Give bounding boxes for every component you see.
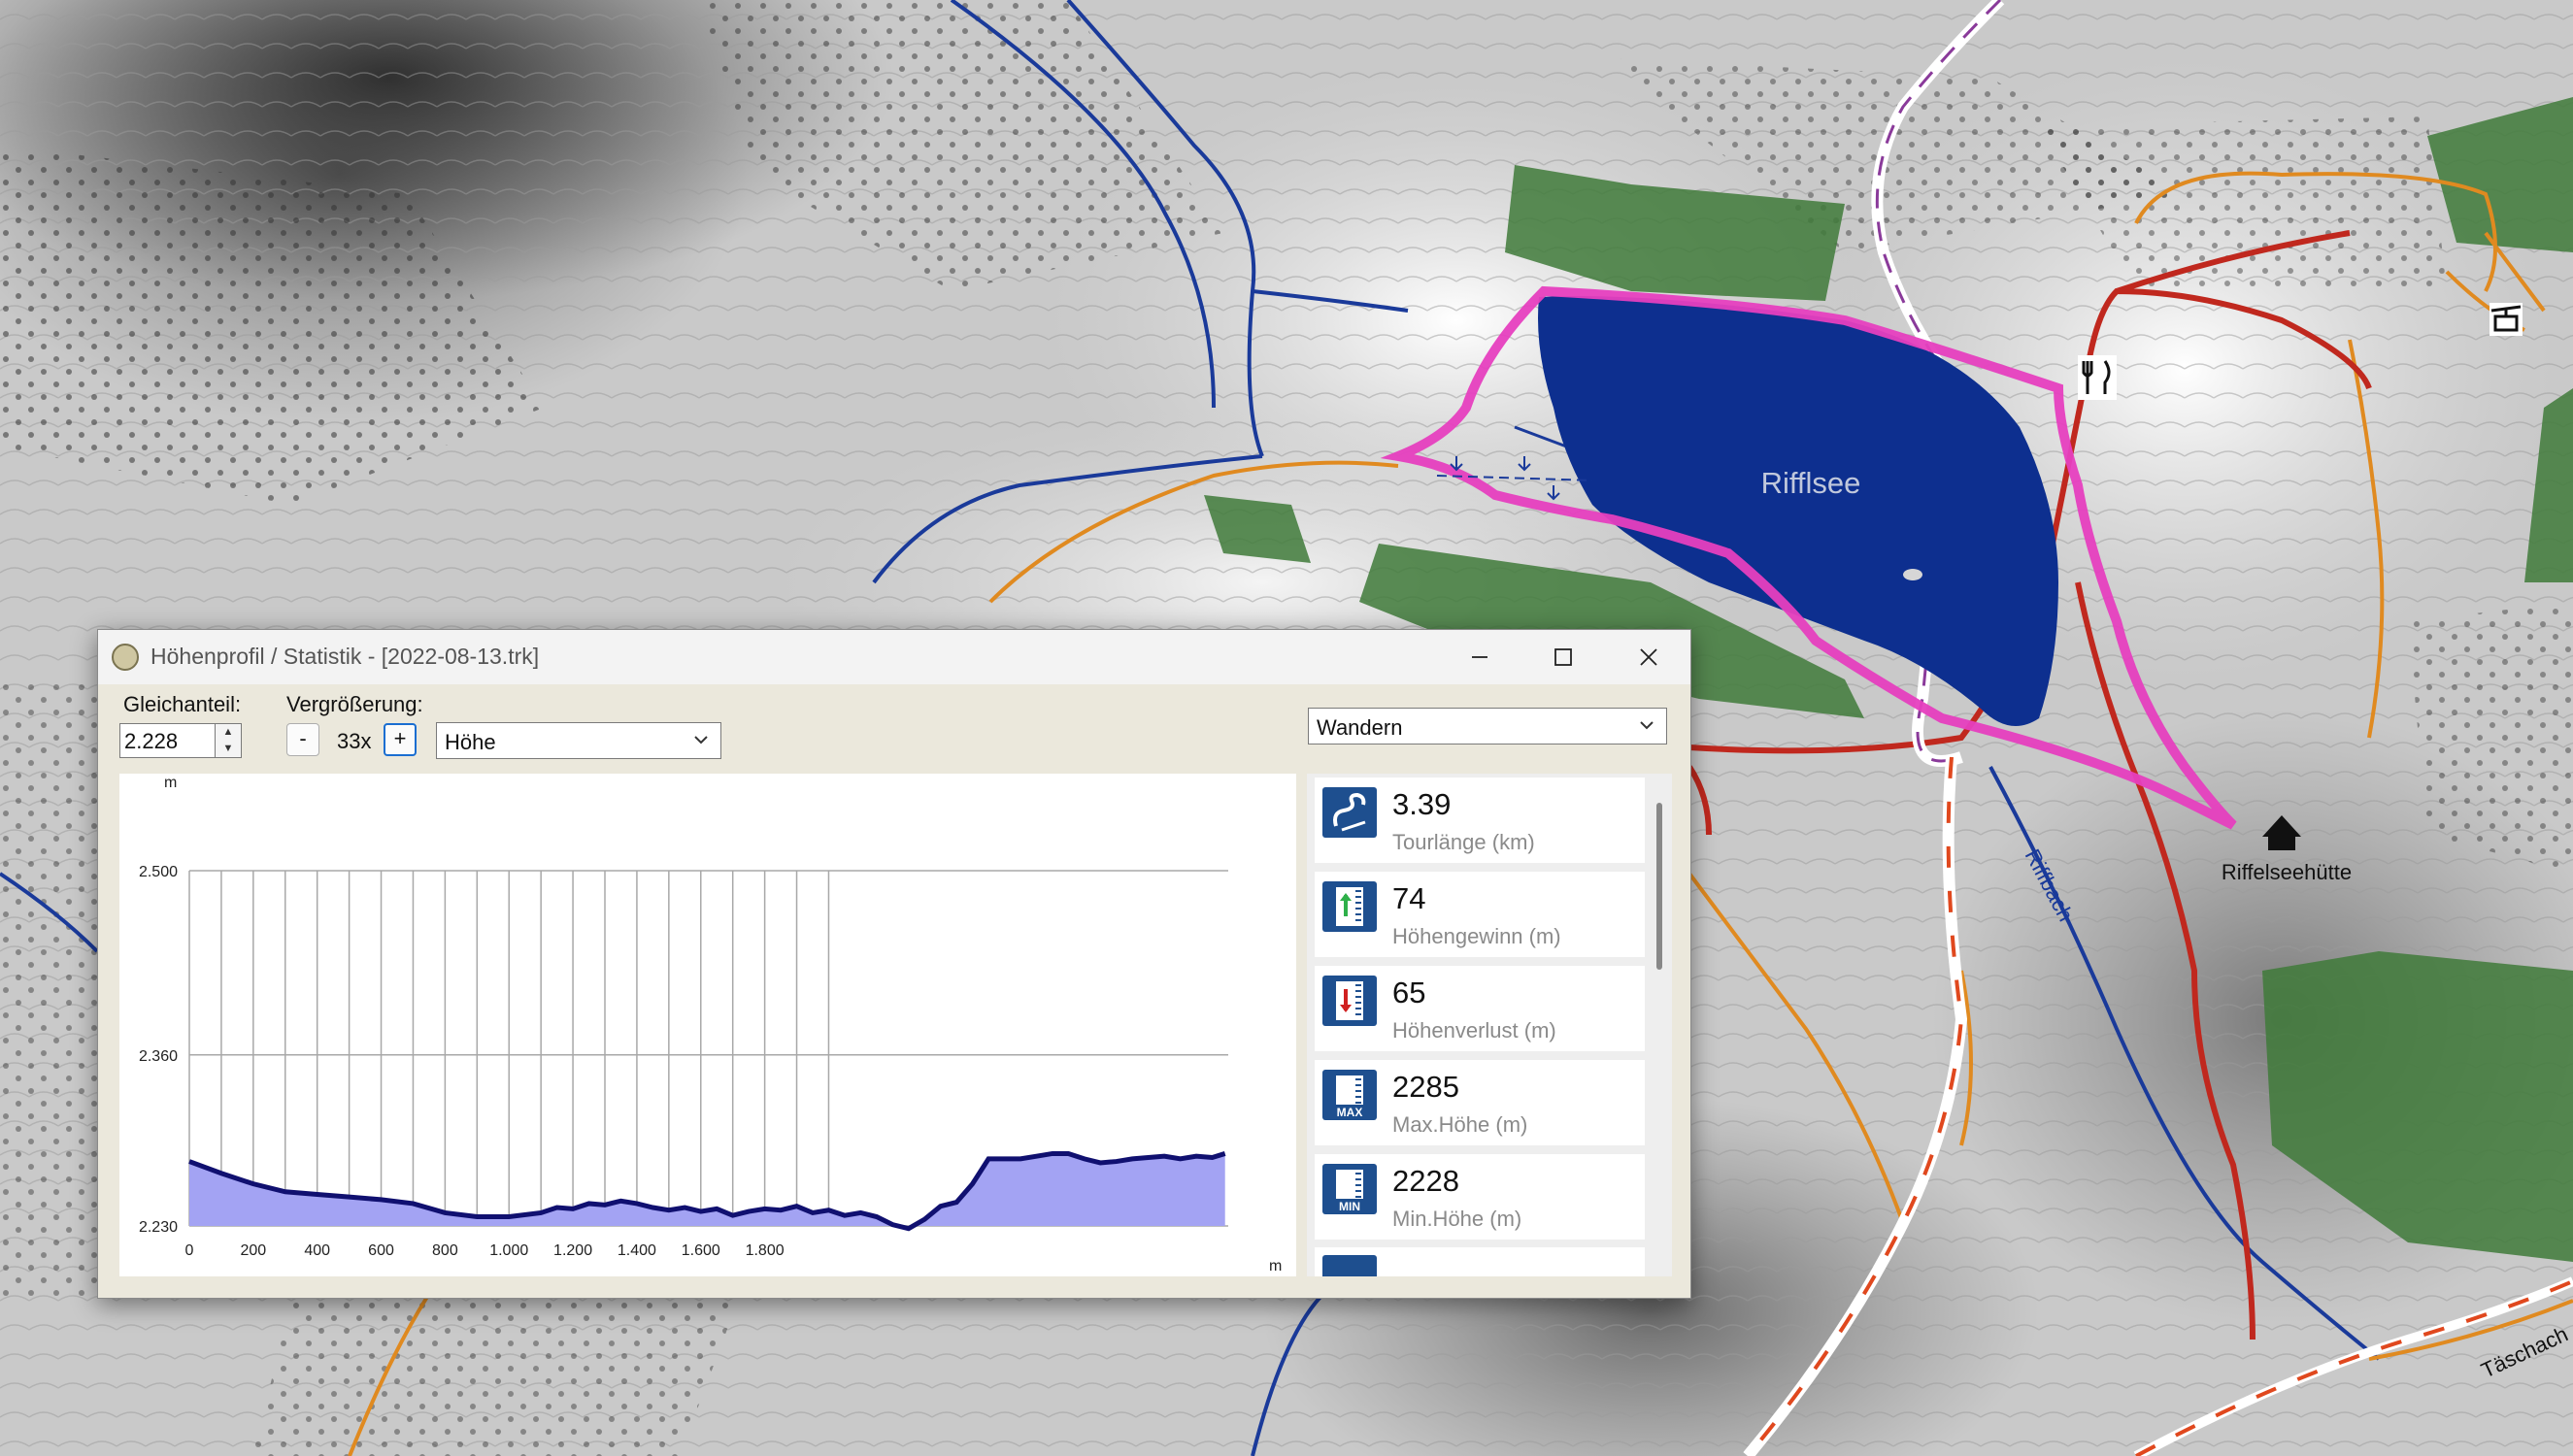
x-tick-label: 400 — [304, 1242, 330, 1259]
app-icon — [112, 644, 139, 671]
stat-card: 65 Höhenverlust (m) — [1315, 966, 1645, 1051]
zoom-out-button[interactable]: - — [286, 723, 319, 756]
x-tick-label: 200 — [240, 1242, 266, 1259]
x-tick-label: 800 — [432, 1242, 458, 1259]
maximize-icon — [1554, 648, 1572, 666]
minimize-icon — [1472, 656, 1487, 658]
profile-type-select[interactable]: Höhe — [436, 722, 721, 759]
restaurant-icon — [2078, 355, 2117, 400]
stat-card-partial — [1315, 1247, 1645, 1276]
x-unit-label: m — [1269, 1258, 1282, 1274]
stat-value: 65 — [1392, 976, 1426, 1009]
zoom-in-button[interactable]: + — [384, 723, 417, 756]
activity-value: Wandern — [1317, 715, 1403, 740]
stat-label: Höhengewinn (m) — [1392, 924, 1561, 948]
elevation-chart-panel[interactable]: 2.500 2.360 2.230 0 200 400 600 800 1.000 1.200 1.… — [119, 774, 1296, 1276]
gleichanteil-spinner[interactable]: 2.228 ▲ ▼ — [119, 723, 242, 758]
gleichanteil-label: Gleichanteil: — [123, 692, 242, 716]
spin-up-button[interactable]: ▲ — [215, 724, 241, 742]
scrollbar-thumb[interactable] — [1656, 803, 1662, 970]
max-elevation-icon: MAX — [1322, 1070, 1377, 1120]
profile-type-value: Höhe — [445, 730, 496, 754]
stat-value: 2228 — [1392, 1164, 1459, 1198]
vergroesserung-label: Vergrößerung: — [286, 692, 423, 716]
window-title: Höhenprofil / Statistik - [2022-08-13.tr… — [150, 644, 540, 669]
y-unit-label: m — [164, 775, 177, 791]
chevron-down-icon — [1640, 721, 1654, 730]
stat-value: 2285 — [1392, 1070, 1459, 1104]
track-length-icon — [1322, 787, 1377, 838]
x-tick-label: 1.600 — [682, 1242, 720, 1259]
stat-label: Tourlänge (km) — [1392, 830, 1535, 854]
activity-select[interactable]: Wandern — [1308, 708, 1667, 745]
stat-label: Max.Höhe (m) — [1392, 1112, 1528, 1137]
x-tick-label: 1.400 — [618, 1242, 656, 1259]
minimize-button[interactable] — [1438, 630, 1521, 684]
x-tick-label: 0 — [185, 1242, 194, 1259]
x-tick-label: 600 — [368, 1242, 394, 1259]
hut-label: Riffelseehütte — [2222, 860, 2352, 884]
svg-text:MAX: MAX — [1337, 1106, 1363, 1119]
stat-value: 74 — [1392, 881, 1426, 915]
lake-label: Rifflsee — [1761, 466, 1861, 500]
stat-value: 3.39 — [1392, 787, 1452, 821]
stat-card: MIN 2228 Min.Höhe (m) — [1315, 1154, 1645, 1240]
spin-down-button[interactable]: ▼ — [215, 741, 241, 757]
stat-label: Höhenverlust (m) — [1392, 1018, 1556, 1042]
min-elevation-icon: MIN — [1322, 1164, 1377, 1214]
x-tick-label: 1.000 — [489, 1242, 528, 1259]
y-tick-label: 2.360 — [139, 1048, 178, 1065]
stat-icon — [1322, 1255, 1377, 1276]
elevation-gain-icon — [1322, 881, 1377, 932]
elevation-profile-window: Höhenprofil / Statistik - [2022-08-13.tr… — [97, 629, 1691, 1299]
chevron-down-icon — [694, 736, 708, 745]
elevation-area — [189, 1153, 1225, 1229]
elevation-loss-icon — [1322, 976, 1377, 1026]
stat-label: Min.Höhe (m) — [1392, 1207, 1522, 1231]
y-tick-label: 2.230 — [139, 1219, 178, 1236]
stat-card: 74 Höhengewinn (m) — [1315, 872, 1645, 957]
stat-card: 3.39 Tourlänge (km) — [1315, 778, 1645, 863]
maximize-button[interactable] — [1521, 630, 1605, 684]
x-tick-label: 1.800 — [746, 1242, 785, 1259]
x-tick-label: 1.200 — [553, 1242, 592, 1259]
close-button[interactable] — [1607, 630, 1690, 684]
elevation-chart[interactable]: 2.500 2.360 2.230 0 200 400 600 800 1.000 1.200 1.… — [119, 774, 1296, 1276]
close-icon — [1640, 648, 1657, 666]
svg-text:MIN: MIN — [1339, 1200, 1360, 1213]
zoom-value: 33x — [337, 729, 372, 753]
stat-card: MAX 2285 Max.Höhe (m) — [1315, 1060, 1645, 1145]
statistics-panel: 3.39 Tourlänge (km) 74 Höhengewinn (m) 65 Höh… — [1307, 774, 1672, 1276]
title-bar[interactable]: Höhenprofil / Statistik - [2022-08-13.tr… — [98, 630, 1690, 684]
y-tick-label: 2.500 — [139, 864, 178, 880]
gleichanteil-value[interactable]: 2.228 — [124, 729, 178, 754]
cable-car-icon — [2489, 303, 2523, 336]
